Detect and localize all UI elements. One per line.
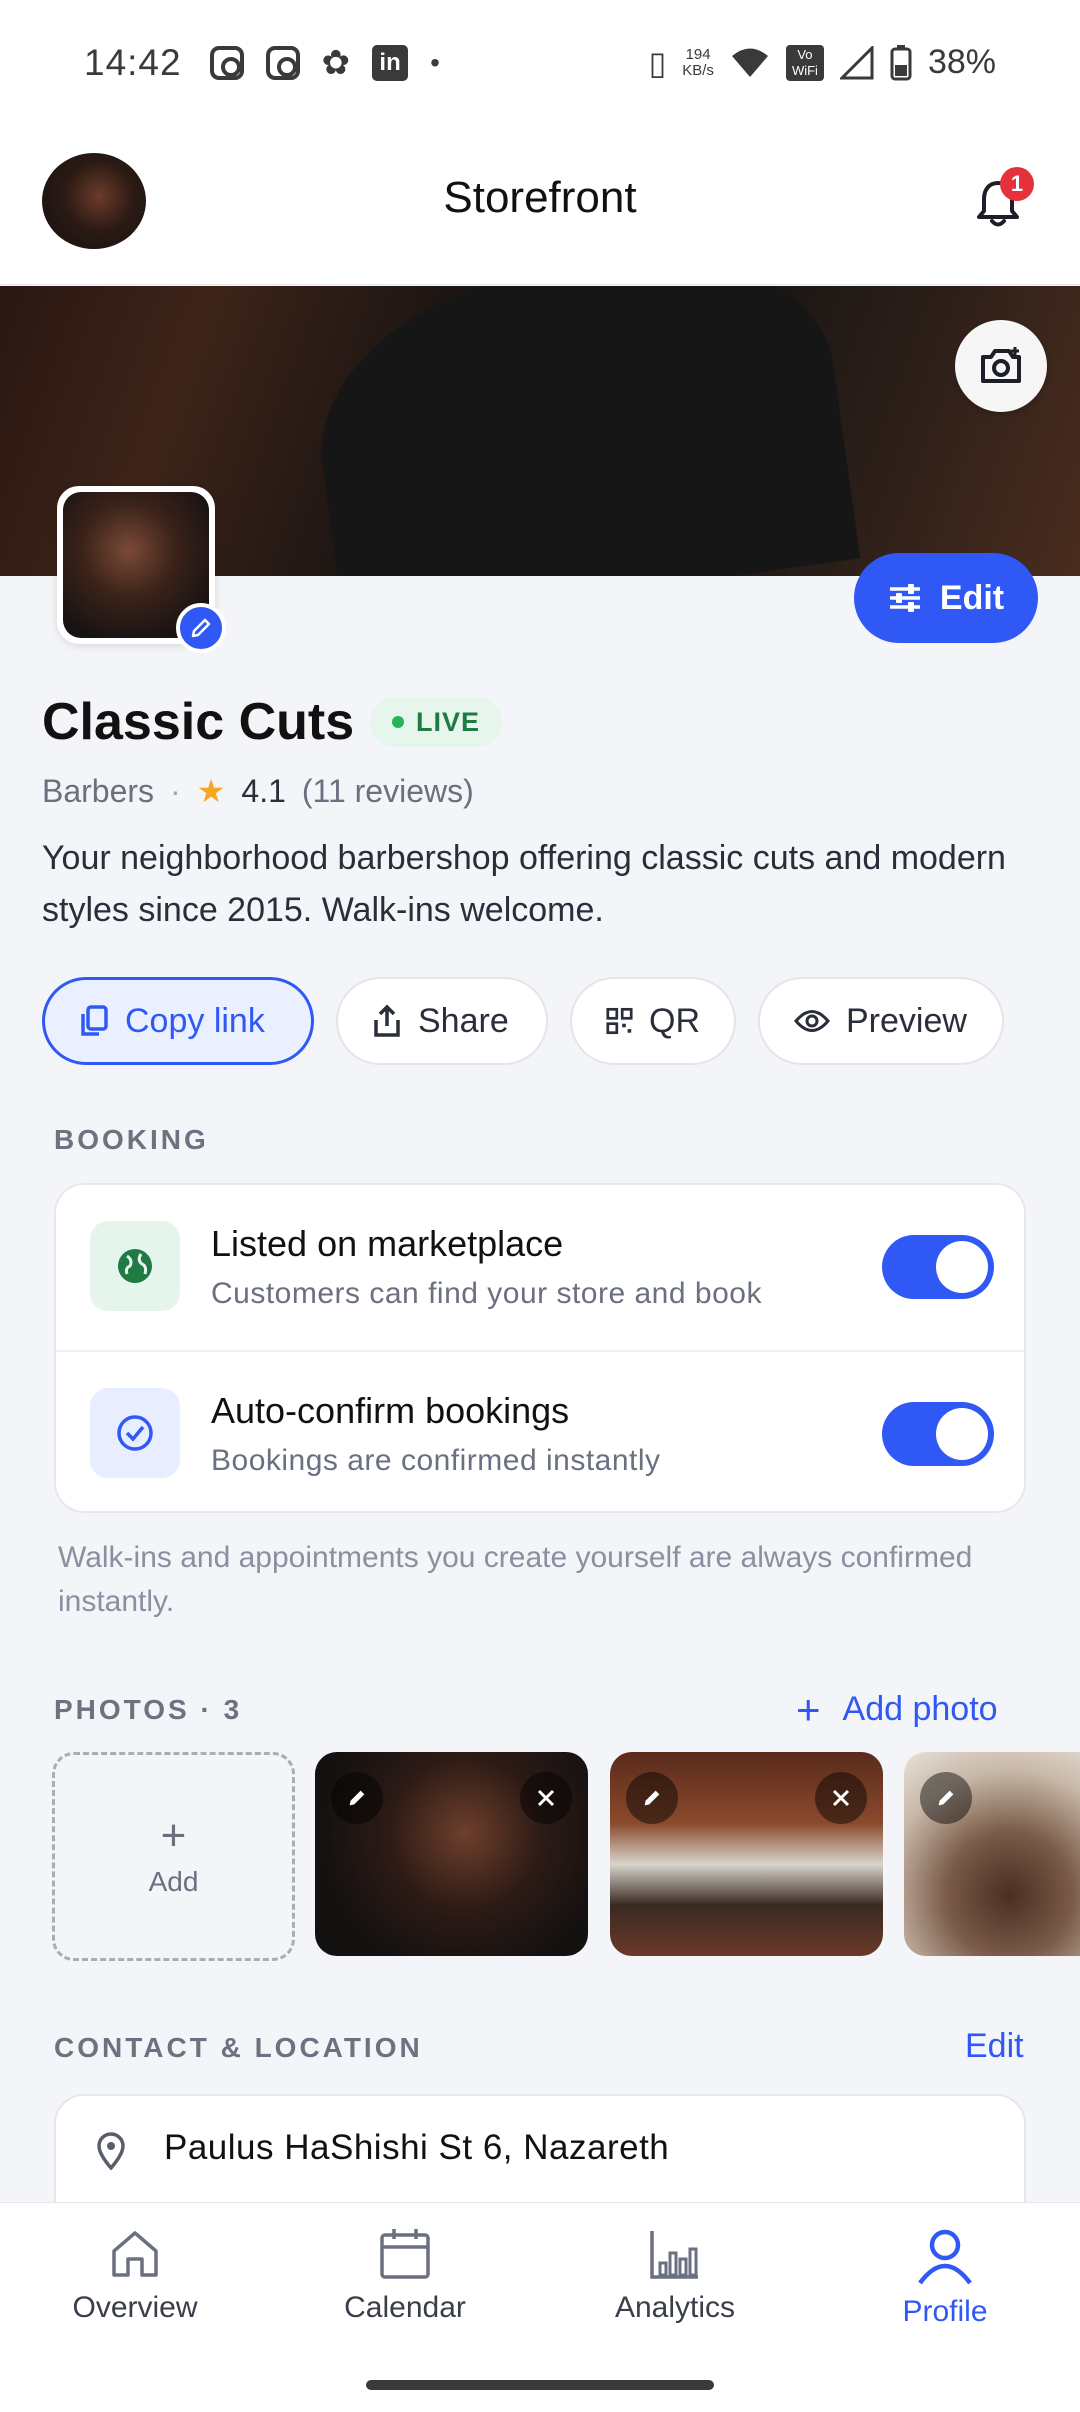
separator-dot: · xyxy=(170,772,181,809)
edit-photo-button[interactable] xyxy=(920,1772,972,1824)
status-text: LIVE xyxy=(416,706,481,737)
business-description: Your neighborhood barbershop offering cl… xyxy=(42,839,1006,929)
wifi-icon xyxy=(731,48,768,77)
marketplace-row: Listed on marketplace Customers can find… xyxy=(56,1185,1024,1350)
eye-icon xyxy=(794,1010,830,1032)
signal-icon xyxy=(839,45,874,79)
battery-icon xyxy=(890,44,912,80)
notification-badge: 1 xyxy=(1000,167,1034,201)
add-photo-link[interactable]: + Add photo xyxy=(796,1685,998,1733)
photo-thumbnail[interactable] xyxy=(904,1752,1080,1956)
marketplace-title: Listed on marketplace xyxy=(211,1223,564,1264)
status-badge: LIVE xyxy=(370,697,503,747)
preview-button[interactable]: Preview xyxy=(758,977,1004,1065)
address-text: Paulus HaShishi St 6, Nazareth xyxy=(164,2128,670,2167)
vowifi-icon: Vo WiFi xyxy=(785,44,824,81)
edit-logo-button[interactable] xyxy=(176,603,226,653)
share-icon xyxy=(374,1004,400,1037)
plus-icon: + xyxy=(160,1810,187,1860)
toggle-knob xyxy=(936,1408,988,1460)
bar-chart-icon xyxy=(650,2231,698,2279)
status-time: 14:42 xyxy=(84,41,182,83)
nav-calendar[interactable]: Calendar xyxy=(270,2227,540,2325)
net-speed: 194 KB/s xyxy=(682,45,714,79)
calendar-icon xyxy=(380,2229,430,2279)
edit-contact-link[interactable]: Edit xyxy=(965,2027,1024,2066)
marketplace-subtitle: Customers can find your store and book xyxy=(211,1277,762,1310)
photos-section-label: PHOTOS · 3 xyxy=(54,1694,243,1725)
edit-photo-button[interactable] xyxy=(626,1772,678,1824)
nav-profile[interactable]: Profile xyxy=(810,2227,1080,2329)
instagram-icon xyxy=(209,45,244,80)
pencil-icon xyxy=(938,1790,954,1806)
notification-icons: ✿ in • xyxy=(209,43,440,83)
edit-photo-button[interactable] xyxy=(331,1772,383,1824)
photo-thumbnail[interactable] xyxy=(610,1752,883,1956)
instagram-icon xyxy=(265,45,300,80)
person-icon xyxy=(918,2229,972,2285)
remove-photo-button[interactable] xyxy=(520,1772,572,1824)
copy-link-button[interactable]: Copy link xyxy=(42,977,314,1065)
app-icon: ✿ xyxy=(321,43,351,82)
contact-section-label: CONTACT & LOCATION xyxy=(54,2032,423,2063)
globe-icon xyxy=(90,1221,180,1311)
action-buttons: Copy link Share QR Preview xyxy=(42,977,1004,1065)
booking-note: Walk-ins and appointments you create you… xyxy=(58,1541,973,1618)
photo-thumbnail[interactable] xyxy=(315,1752,588,1956)
remove-photo-button[interactable] xyxy=(815,1772,867,1824)
edit-label: Edit xyxy=(939,578,1005,617)
copy-icon xyxy=(81,1005,108,1036)
rating-value: 4.1 xyxy=(241,772,286,809)
pencil-icon xyxy=(349,1790,365,1806)
sliders-icon xyxy=(889,584,920,612)
system-icons: ▯ 194 KB/s Vo WiFi 38% xyxy=(649,43,996,82)
auto-confirm-title: Auto-confirm bookings xyxy=(211,1390,570,1431)
marketplace-toggle[interactable] xyxy=(882,1235,994,1299)
pencil-icon xyxy=(191,618,211,638)
booking-section-label: BOOKING xyxy=(54,1124,209,1155)
qr-code-icon xyxy=(606,1007,633,1035)
add-photo-tile[interactable]: + Add xyxy=(52,1752,295,1961)
nav-overview[interactable]: Overview xyxy=(0,2227,270,2325)
home-icon xyxy=(112,2231,158,2277)
location-pin-icon xyxy=(97,2132,125,2170)
change-cover-button[interactable] xyxy=(955,320,1047,412)
pencil-icon xyxy=(644,1790,660,1806)
home-indicator[interactable] xyxy=(366,2380,714,2390)
booking-card: Listed on marketplace Customers can find… xyxy=(54,1183,1026,1513)
nav-analytics[interactable]: Analytics xyxy=(540,2227,810,2325)
plus-icon: + xyxy=(796,1685,821,1733)
business-meta: Barbers · ★ 4.1 (11 reviews) xyxy=(42,772,474,810)
page-title: Storefront xyxy=(443,173,637,222)
edit-storefront-button[interactable]: Edit xyxy=(854,553,1038,643)
more-dot-icon: • xyxy=(430,46,440,78)
close-icon xyxy=(537,1789,555,1807)
star-icon: ★ xyxy=(196,773,226,809)
camera-icon xyxy=(981,347,1021,383)
app-header: Storefront 1 xyxy=(0,125,1080,285)
linkedin-icon: in xyxy=(372,44,409,81)
live-dot-icon xyxy=(392,716,404,728)
auto-confirm-subtitle: Bookings are confirmed instantly xyxy=(211,1444,661,1477)
business-name: Classic Cuts xyxy=(42,693,355,751)
auto-confirm-row: Auto-confirm bookings Bookings are confi… xyxy=(56,1350,1024,1515)
share-button[interactable]: Share xyxy=(336,977,548,1065)
close-icon xyxy=(832,1789,850,1807)
check-circle-icon xyxy=(90,1388,180,1478)
toggle-knob xyxy=(936,1241,988,1293)
review-count[interactable]: (11 reviews) xyxy=(302,773,474,810)
battery-percent: 38% xyxy=(927,43,996,81)
status-bar: 14:42 ✿ in • ▯ 194 KB/s Vo WiFi 38% xyxy=(0,0,1080,125)
business-category: Barbers xyxy=(42,772,155,809)
auto-confirm-toggle[interactable] xyxy=(882,1402,994,1466)
vibrate-icon: ▯ xyxy=(648,44,667,81)
qr-button[interactable]: QR xyxy=(570,977,736,1065)
